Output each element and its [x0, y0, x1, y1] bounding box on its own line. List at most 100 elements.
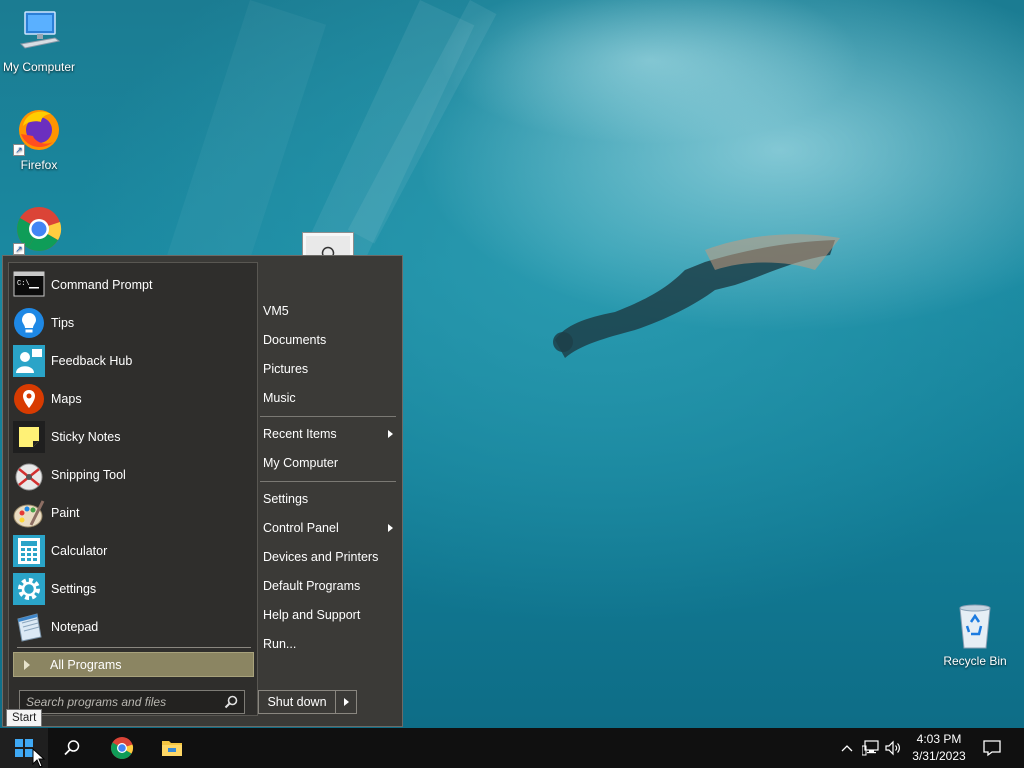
menu-item-pictures[interactable]: Pictures [263, 358, 395, 380]
sticky-notes-icon [13, 421, 45, 453]
triangle-right-icon [24, 659, 30, 670]
menu-item-documents[interactable]: Documents [263, 329, 395, 351]
calculator-icon [13, 535, 45, 567]
program-tips[interactable]: Tips [13, 305, 253, 341]
menu-item-settings[interactable]: Settings [263, 488, 395, 510]
program-snipping-tool[interactable]: Snipping Tool [13, 457, 253, 493]
taskbar-chrome-button[interactable] [98, 728, 146, 768]
shortcut-arrow-icon: ↗ [13, 243, 25, 255]
menu-item-label: Default Programs [263, 579, 361, 593]
network-status-button[interactable] [861, 738, 881, 758]
program-label: Tips [51, 316, 75, 330]
search-input[interactable] [20, 695, 216, 709]
shutdown-button[interactable]: Shut down [258, 690, 336, 714]
menu-item-help-and-support[interactable]: Help and Support [263, 604, 395, 626]
program-label: Snipping Tool [51, 468, 126, 482]
menu-item-run[interactable]: Run... [263, 633, 395, 655]
menu-item-label: Documents [263, 333, 327, 347]
program-feedback-hub[interactable]: Feedback Hub [13, 343, 253, 379]
program-label: Feedback Hub [51, 354, 133, 368]
menu-item-label: Settings [263, 492, 309, 506]
programs-pane: C:\ Command Prompt Tips Feedback Hub Map… [8, 262, 258, 716]
freediver-silhouette [553, 234, 840, 358]
command-prompt-icon: C:\ [13, 269, 45, 301]
shortcut-arrow-icon: ↗ [13, 144, 25, 156]
program-label: Settings [51, 582, 97, 596]
shutdown-label: Shut down [267, 695, 327, 709]
program-label: Paint [51, 506, 80, 520]
desktop-icon-recycle-bin[interactable]: Recycle Bin [935, 602, 1015, 668]
chevron-up-icon [841, 745, 853, 752]
program-label: Command Prompt [51, 278, 153, 292]
menu-item-label: Devices and Printers [263, 550, 379, 564]
settings-icon [13, 573, 45, 605]
search-box[interactable] [19, 690, 245, 714]
program-label: Maps [51, 392, 82, 406]
menu-item-music[interactable]: Music [263, 387, 395, 409]
submenu-arrow-icon [388, 430, 393, 438]
shutdown-group: Shut down [258, 690, 357, 714]
menu-separator [260, 416, 396, 417]
menu-item-label: My Computer [263, 456, 339, 470]
notepad-icon [13, 611, 45, 643]
menu-item-label: Pictures [263, 362, 309, 376]
menu-item-label: Control Panel [263, 521, 339, 535]
program-maps[interactable]: Maps [13, 381, 253, 417]
desktop-icon-my-computer[interactable]: My Computer [0, 8, 79, 74]
program-paint[interactable]: Paint [13, 495, 253, 531]
taskbar-file-explorer-button[interactable] [148, 728, 196, 768]
menu-item-label: Recent Items [263, 427, 337, 441]
taskbar-search-button[interactable] [48, 728, 96, 768]
menu-item-recent-items[interactable]: Recent Items [263, 423, 395, 445]
menu-item-devices-and-printers[interactable]: Devices and Printers [263, 546, 395, 568]
search-icon[interactable] [224, 695, 238, 709]
program-notepad[interactable]: Notepad [13, 609, 253, 645]
start-tooltip: Start [6, 709, 43, 727]
clock-time: 4:03 PM [916, 732, 962, 746]
computer-icon [15, 8, 63, 56]
recycle-bin-icon [951, 602, 999, 650]
menu-item-default-programs[interactable]: Default Programs [263, 575, 395, 597]
feedback-hub-icon [13, 345, 45, 377]
program-label: Notepad [51, 620, 99, 634]
programs-separator [17, 647, 251, 648]
snipping-tool-icon [13, 459, 45, 491]
program-sticky-notes[interactable]: Sticky Notes [13, 419, 253, 455]
program-calculator[interactable]: Calculator [13, 533, 253, 569]
taskbar-clock[interactable]: 4:03 PM 3/31/2023 [900, 731, 978, 765]
menu-separator [260, 481, 396, 482]
action-center-button[interactable] [982, 738, 1002, 758]
desktop-icon-label: Firefox [20, 158, 58, 172]
menu-item-label: Help and Support [263, 608, 361, 622]
chrome-icon [111, 737, 134, 759]
chrome-icon: ↗ [13, 205, 63, 255]
desktop-icon-firefox[interactable]: ↗ Firefox [0, 106, 79, 172]
all-programs-label: All Programs [50, 657, 122, 672]
search-icon [64, 740, 80, 756]
svg-text:C:\: C:\ [17, 280, 30, 288]
desktop-icon-label: My Computer [2, 60, 76, 74]
clock-date: 3/31/2023 [912, 749, 966, 763]
menu-item-my-computer[interactable]: My Computer [263, 452, 395, 474]
mouse-cursor-icon [32, 748, 46, 768]
menu-item-label: VM5 [263, 304, 289, 318]
paint-icon [13, 497, 45, 529]
menu-item-user-folder[interactable]: VM5 [263, 300, 395, 322]
all-programs-button[interactable]: All Programs [13, 652, 254, 677]
program-command-prompt[interactable]: C:\ Command Prompt [13, 267, 253, 303]
menu-item-label: Run... [263, 637, 297, 651]
menu-item-control-panel[interactable]: Control Panel [263, 517, 395, 539]
submenu-arrow-icon [388, 524, 393, 532]
program-settings[interactable]: Settings [13, 571, 253, 607]
windows-logo-icon [15, 739, 33, 757]
tips-icon [13, 307, 45, 339]
desktop-icon-chrome[interactable]: ↗ [0, 205, 79, 257]
show-hidden-icons-button[interactable] [837, 738, 857, 758]
folder-icon [162, 741, 182, 756]
network-icon [862, 740, 879, 756]
shutdown-options-button[interactable] [336, 690, 357, 714]
notification-icon [983, 740, 1001, 757]
program-label: Sticky Notes [51, 430, 121, 444]
menu-item-label: Music [263, 391, 296, 405]
firefox-icon: ↗ [13, 106, 63, 156]
